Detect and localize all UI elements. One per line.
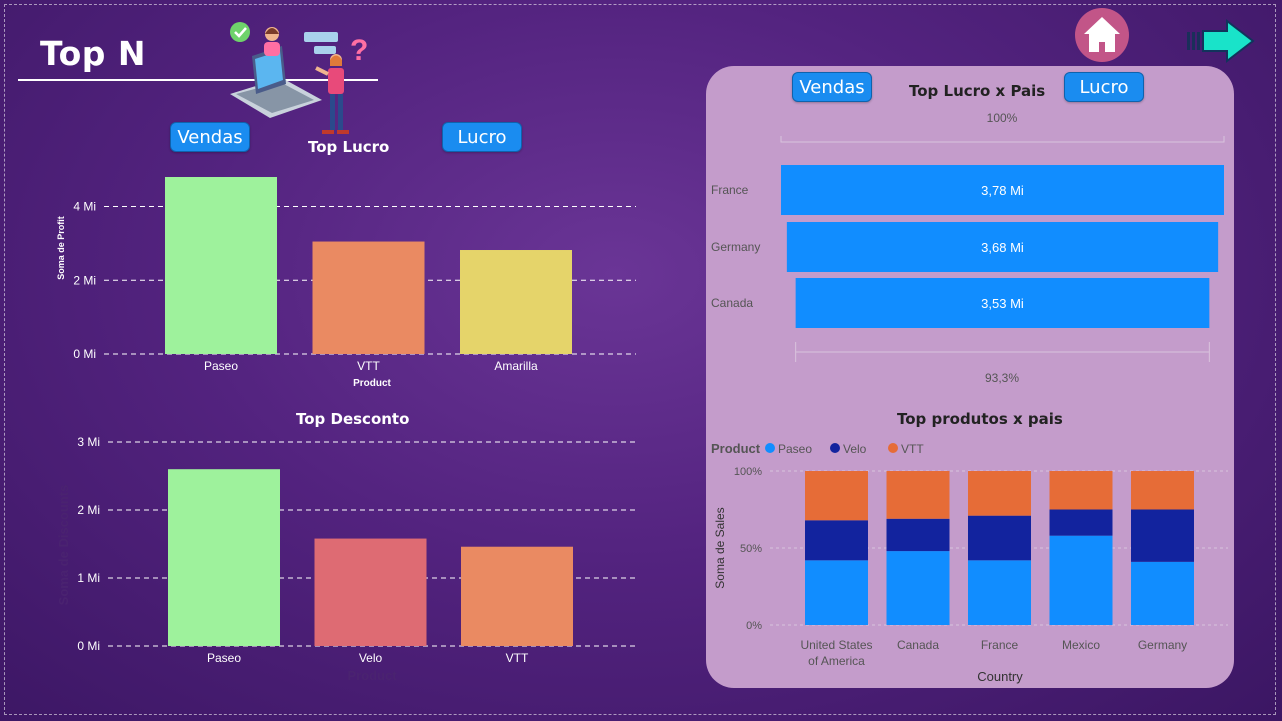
legend-label-vtt: VTT [901, 442, 924, 456]
legend-marker-paseo [765, 443, 775, 453]
legend-marker-vtt [888, 443, 898, 453]
home-icon [1084, 17, 1120, 52]
top-produtos-segment-velo [886, 518, 950, 552]
next-page-button[interactable] [1185, 18, 1257, 64]
top-produtos-ytick-label: 0% [746, 620, 762, 632]
legend-label-paseo: Paseo [778, 442, 812, 456]
top-produtos-xtick-label: United States [800, 638, 872, 652]
top-produtos-ytick-label: 50% [740, 543, 762, 555]
legend-marker-velo [830, 443, 840, 453]
top-produtos-segment-paseo [1049, 535, 1113, 625]
legend-label-velo: Velo [843, 442, 867, 456]
top-produtos-segment-velo [968, 515, 1031, 561]
top-produtos-segment-paseo [886, 551, 950, 625]
top-produtos-segment-vtt [968, 471, 1031, 516]
top-produtos-segment-paseo [1131, 561, 1194, 625]
home-button[interactable] [1075, 8, 1129, 62]
top-produtos-ytick-label: 100% [734, 466, 762, 478]
top-produtos-segment-paseo [968, 560, 1031, 625]
top-produtos-segment-vtt [1131, 471, 1194, 510]
top-produtos-pais-chart: Product Paseo Velo VTT 0% 50% 100% United State… [711, 441, 1228, 684]
top-produtos-segment-paseo [805, 560, 868, 625]
arrow-right-icon [1187, 18, 1255, 64]
top-produtos-segment-velo [1049, 509, 1113, 536]
top-produtos-y-axis-title: Soma de Sales [713, 507, 727, 588]
top-produtos-xtick-label: of America [808, 654, 865, 668]
top-produtos-segment-velo [1131, 509, 1194, 562]
top-produtos-legend-title: Product [711, 441, 761, 456]
top-produtos-xtick-label: Canada [897, 638, 939, 652]
top-produtos-segment-vtt [886, 471, 950, 519]
top-produtos-segment-vtt [805, 471, 868, 521]
top-produtos-xtick-label: Mexico [1062, 638, 1100, 652]
top-produtos-xtick-label: France [981, 638, 1019, 652]
top-produtos-segment-velo [805, 520, 868, 561]
top-produtos-segment-vtt [1049, 471, 1113, 510]
top-produtos-x-axis-title: Country [977, 669, 1023, 684]
top-produtos-xtick-label: Germany [1138, 638, 1187, 652]
